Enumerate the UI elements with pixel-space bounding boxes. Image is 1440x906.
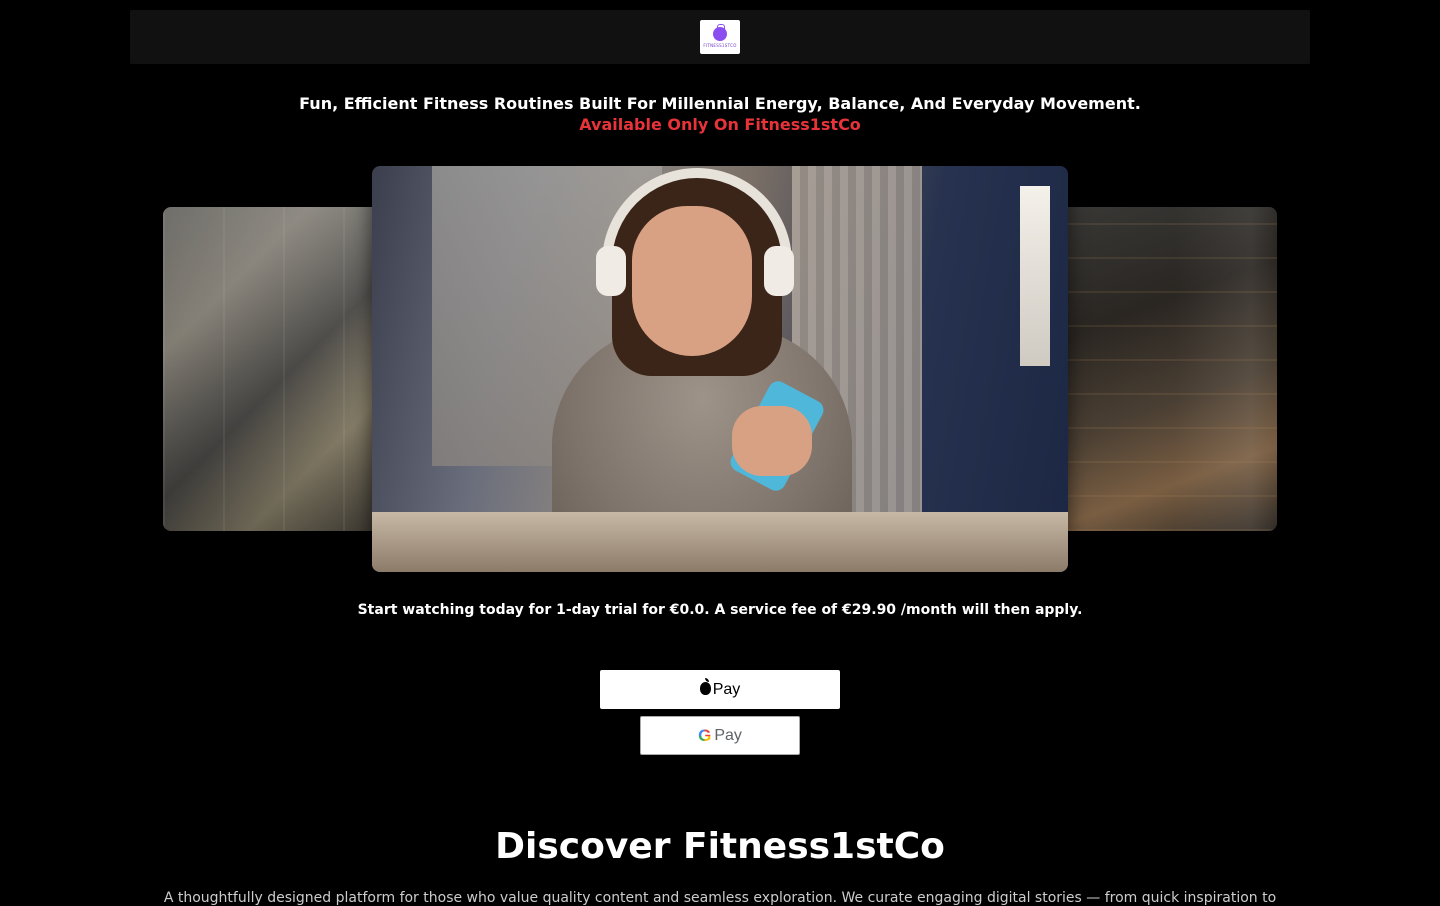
top-navbar: FITNESS1STCO	[130, 10, 1310, 64]
hero-subheadline: Available Only On Fitness1stCo	[579, 115, 861, 134]
hero-headline-block: Fun, Efficient Fitness Routines Built Fo…	[0, 93, 1440, 135]
kettlebell-logo-icon	[713, 23, 727, 41]
hero-headline: Fun, Efficient Fitness Routines Built Fo…	[299, 94, 1141, 113]
slide-lamp	[1020, 186, 1050, 366]
apple-pay-button[interactable]: Pay	[600, 670, 840, 709]
trial-pricing-text: Start watching today for 1-day trial for…	[357, 602, 1083, 618]
apple-icon	[699, 678, 711, 695]
google-g-icon: G	[698, 725, 712, 745]
discover-section-title: Discover Fitness1stCo	[495, 826, 945, 867]
discover-section-description: A thoughtfully designed platform for tho…	[163, 890, 1277, 906]
logo-wordmark: FITNESS1STCO	[703, 42, 737, 48]
brand-logo[interactable]: FITNESS1STCO	[700, 20, 740, 54]
carousel-slide-main[interactable]	[372, 166, 1068, 572]
slide-table	[372, 512, 1068, 572]
google-pay-button[interactable]: G Pay	[640, 716, 800, 755]
apple-pay-label: Pay	[712, 680, 741, 698]
google-pay-label: Pay	[714, 726, 742, 744]
